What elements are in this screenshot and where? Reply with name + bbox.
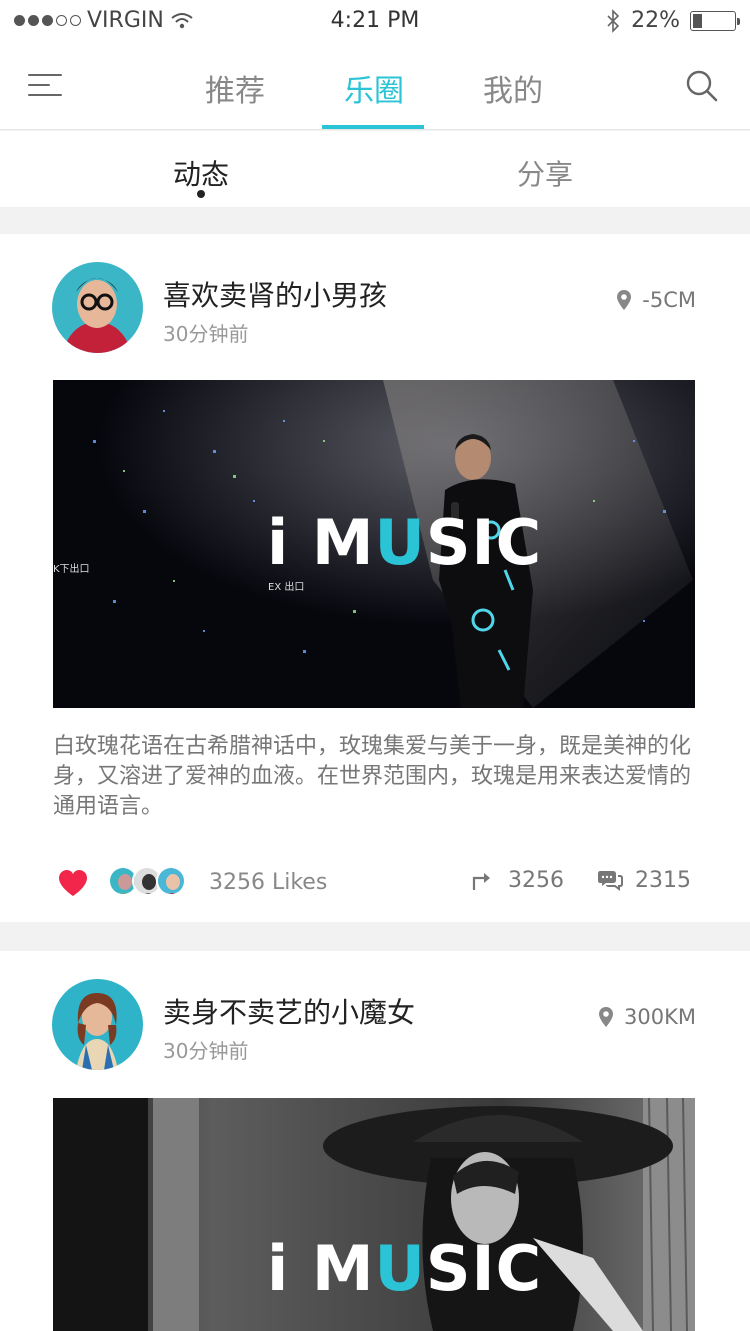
image-caption-left: K下出口 [53, 562, 90, 575]
status-right: 22% [605, 8, 740, 33]
status-bar: VIRGIN 4:21 PM 22% [0, 0, 750, 44]
likes-count: 3256 Likes [209, 870, 328, 895]
active-subtab-dot [197, 190, 205, 198]
avatar[interactable] [52, 262, 143, 353]
share-count: 3256 [508, 868, 564, 893]
heart-icon[interactable] [57, 868, 89, 898]
post-username[interactable]: 卖身不卖艺的小魔女 [163, 991, 415, 1031]
comment-count: 2315 [635, 868, 691, 893]
search-icon[interactable] [684, 68, 720, 104]
location-pin-icon [617, 290, 632, 310]
location-pin-icon [599, 1007, 614, 1027]
post-card: 喜欢卖肾的小男孩 30分钟前 -5CM K下出口 EX 出口 i MUSIC 白… [0, 234, 750, 922]
avatar[interactable] [52, 979, 143, 1070]
post-description: 白玫瑰花语在古希腊神话中，玫瑰集爱与美于一身，既是美神的化身，又溶进了爱神的血液… [53, 734, 692, 819]
post-username[interactable]: 喜欢卖肾的小男孩 [163, 274, 387, 314]
top-nav: 推荐 乐圈 我的 [0, 44, 750, 130]
post-distance: -5CM [642, 288, 696, 312]
liker-avatars[interactable] [108, 866, 186, 896]
active-tab-indicator [322, 125, 424, 129]
post-time: 30分钟前 [163, 1039, 249, 1063]
liker-avatar [156, 866, 186, 896]
post-image[interactable]: i MUSIC [53, 1098, 695, 1331]
tab-mine[interactable]: 我的 [483, 66, 543, 110]
sub-nav: 动态 分享 [0, 131, 750, 207]
post-distance: 300KM [624, 1005, 696, 1029]
bluetooth-icon [607, 8, 620, 33]
tab-feed[interactable]: 动态 [173, 153, 229, 193]
battery-icon [690, 10, 740, 31]
post-location: 300KM [598, 1005, 696, 1029]
image-brand-text: i MUSIC [267, 506, 543, 579]
tab-share[interactable]: 分享 [517, 153, 573, 193]
image-caption-mid: EX 出口 [268, 580, 304, 593]
share-button[interactable]: 3256 [472, 868, 564, 893]
comment-icon [598, 870, 623, 891]
post-location: -5CM [616, 288, 696, 312]
battery-percent: 22% [631, 8, 680, 33]
post-time: 30分钟前 [163, 322, 249, 346]
post-image[interactable]: K下出口 EX 出口 i MUSIC [53, 380, 695, 708]
tab-music-circle[interactable]: 乐圈 [344, 66, 404, 110]
post-card: 卖身不卖艺的小魔女 30分钟前 300KM i MUSIC [0, 951, 750, 1331]
share-icon [472, 872, 490, 890]
post-actions: 3256 Likes 3256 2315 [0, 866, 750, 906]
tab-recommend[interactable]: 推荐 [205, 66, 265, 110]
image-brand-text: i MUSIC [267, 1232, 543, 1305]
comment-button[interactable]: 2315 [597, 868, 691, 893]
menu-icon[interactable] [28, 72, 62, 98]
